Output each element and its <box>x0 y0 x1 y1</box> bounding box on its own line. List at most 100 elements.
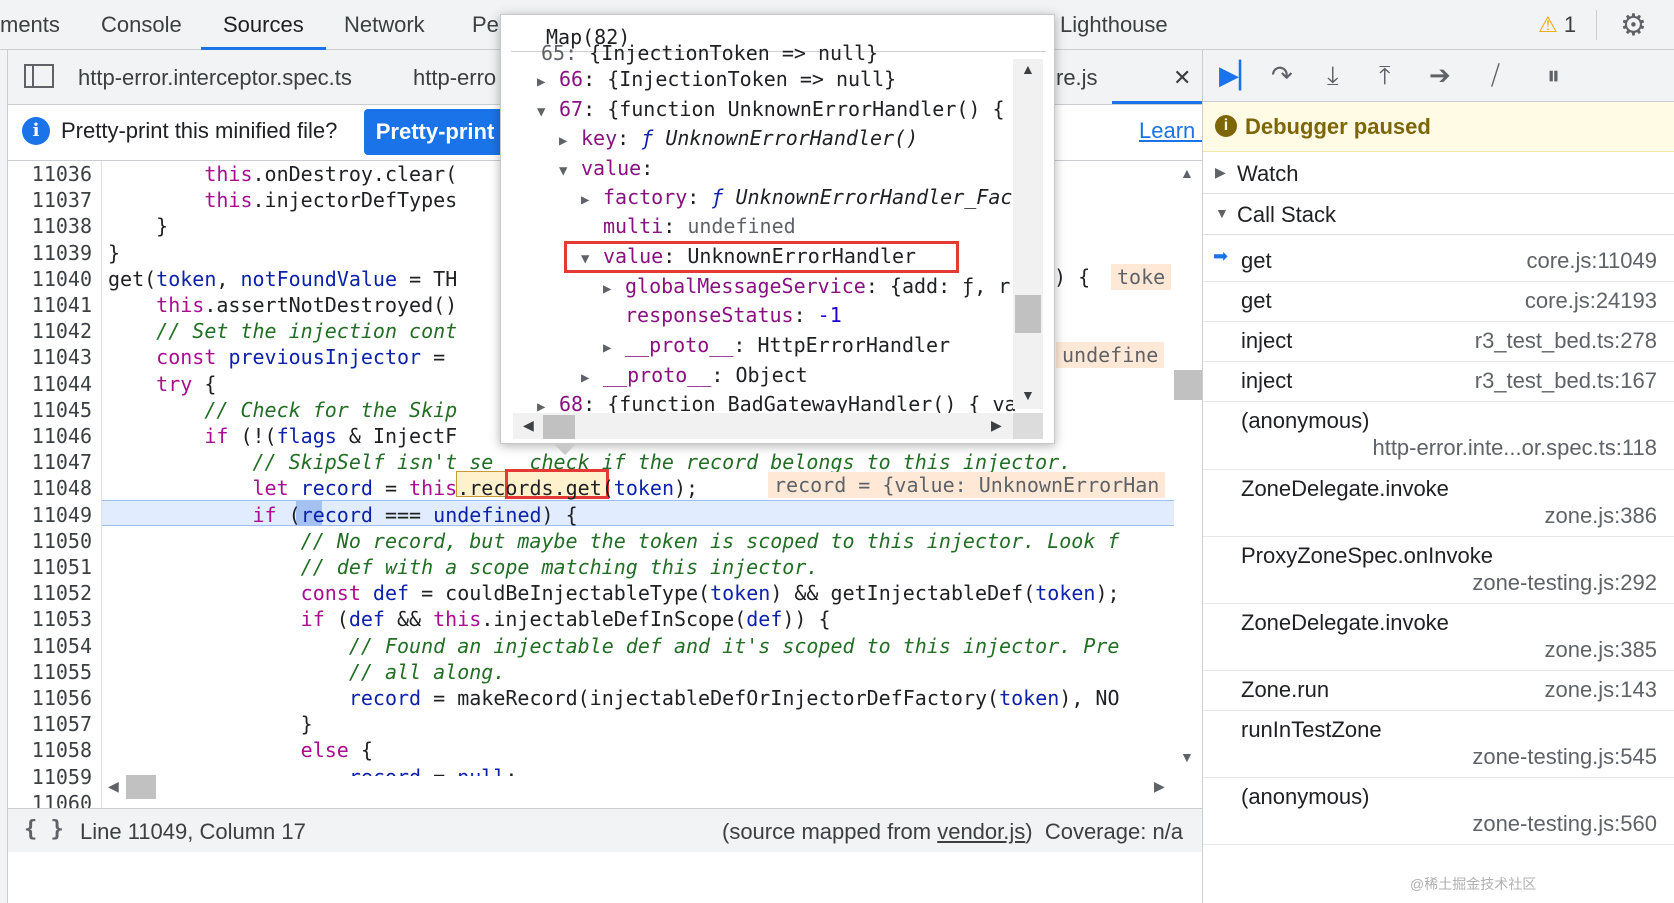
line-number[interactable]: 11043 <box>8 344 92 370</box>
tab-lighthouse[interactable]: Lighthouse <box>1060 0 1168 50</box>
call-stack-frame[interactable]: ZoneDelegate.invoke zone.js:386 <box>1203 470 1674 537</box>
pretty-print-button[interactable]: Pretty-print <box>364 109 506 155</box>
line-number[interactable]: 11045 <box>8 397 92 423</box>
file-tab-core[interactable]: re.js <box>1056 50 1098 105</box>
frame-location[interactable]: core.js:11049 <box>1527 248 1657 274</box>
pause-on-exceptions-icon[interactable]: ⏸ <box>1547 60 1560 92</box>
popover-vertical-scroll-thumb[interactable] <box>1015 295 1041 333</box>
popover-horizontal-scroll-thumb[interactable] <box>543 415 575 439</box>
line-number[interactable]: 11049 <box>8 502 92 528</box>
format-braces-icon[interactable]: { } <box>24 817 64 842</box>
call-stack-section[interactable]: ▼ Call Stack <box>1203 194 1674 235</box>
call-stack-frame[interactable]: get core.js:11049 <box>1203 242 1674 282</box>
tab-console[interactable]: Console <box>101 0 182 50</box>
line-number[interactable]: 11036 <box>8 161 92 187</box>
call-stack-frame[interactable]: (anonymous) http-error.inte...or.spec.ts:… <box>1203 402 1674 470</box>
resume-icon[interactable]: ▶▏ <box>1219 60 1259 91</box>
popover-row-factory[interactable]: ▶ factory: ƒ UnknownErrorHandler_Fac <box>581 183 1012 211</box>
frame-location[interactable]: r3_test_bed.ts:167 <box>1475 368 1657 394</box>
call-stack-frame[interactable]: (anonymous) zone-testing.js:560 <box>1203 778 1674 845</box>
step-over-icon[interactable]: ↷ <box>1271 60 1293 91</box>
source-file-link[interactable]: vendor.js <box>937 819 1025 844</box>
editor-horizontal-scroll-thumb[interactable] <box>126 775 156 799</box>
line-number[interactable]: 11047 <box>8 449 92 475</box>
settings-gear-icon[interactable]: ⚙ <box>1620 8 1647 43</box>
popover-row-global-message-service[interactable]: ▶ globalMessageService: {add: ƒ, r <box>603 272 1010 300</box>
line-number[interactable]: 11055 <box>8 659 92 685</box>
watch-section[interactable]: ▶ Watch <box>1203 153 1674 194</box>
debugger-paused-banner: i Debugger paused <box>1203 102 1674 152</box>
line-number[interactable]: 11058 <box>8 737 92 763</box>
line-number[interactable]: 11041 <box>8 292 92 318</box>
line-number[interactable]: 11056 <box>8 685 92 711</box>
file-tab-spec[interactable]: http-error.interceptor.spec.ts <box>78 50 352 105</box>
frame-location[interactable]: http-error.inte...or.spec.ts:118 <box>1372 435 1657 461</box>
editor-vertical-scroll-thumb[interactable] <box>1174 370 1202 400</box>
line-number[interactable]: 11038 <box>8 213 92 239</box>
popover-scroll-right-icon[interactable]: ▶ <box>991 417 1002 434</box>
line-number[interactable]: 11040 <box>8 266 92 292</box>
call-stack-frame[interactable]: runInTestZone zone-testing.js:545 <box>1203 711 1674 778</box>
frame-location[interactable]: zone-testing.js:545 <box>1472 744 1657 770</box>
step-into-icon[interactable]: ⤓ <box>1327 60 1339 92</box>
call-stack-frame[interactable]: ProxyZoneSpec.onInvoke zone-testing.js:29… <box>1203 537 1674 604</box>
line-number[interactable]: 11057 <box>8 711 92 737</box>
line-number[interactable]: 11051 <box>8 554 92 580</box>
warnings-counter[interactable]: ⚠ 1 <box>1538 12 1576 38</box>
line-number[interactable]: 11037 <box>8 187 92 213</box>
call-stack-frame[interactable]: get core.js:24193 <box>1203 282 1674 322</box>
line-number[interactable]: 11054 <box>8 633 92 659</box>
tab-performance[interactable]: Pe <box>472 0 499 50</box>
scroll-down-arrow-icon[interactable]: ▼ <box>1180 749 1194 765</box>
popover-row-key[interactable]: ▶ key: ƒ UnknownErrorHandler() <box>559 124 918 152</box>
scroll-right-arrow-icon[interactable]: ▶ <box>1154 778 1165 795</box>
line-number[interactable]: 11046 <box>8 423 92 449</box>
call-stack-frame[interactable]: Zone.run zone.js:143 <box>1203 671 1674 711</box>
file-tab-interceptor[interactable]: http-erro <box>413 50 496 105</box>
frame-location[interactable]: zone.js:386 <box>1544 503 1657 529</box>
object-preview-popover[interactable]: Map(82) 65: {InjectionToken => null} ▶ 66… <box>500 14 1055 444</box>
toggle-navigator-icon[interactable] <box>24 64 54 88</box>
scroll-left-arrow-icon[interactable]: ◀ <box>108 778 119 795</box>
call-stack-frame[interactable]: ZoneDelegate.invoke zone.js:385 <box>1203 604 1674 671</box>
line-number[interactable]: 11039 <box>8 240 92 266</box>
editor-vertical-scrollbar[interactable] <box>1174 161 1204 773</box>
close-tab-icon[interactable]: ✕ <box>1173 50 1191 105</box>
tab-elements[interactable]: ments <box>0 0 60 50</box>
popover-row-67[interactable]: ▼ 67: {function UnknownErrorHandler() { <box>537 95 1005 123</box>
scroll-up-arrow-icon[interactable]: ▲ <box>1180 165 1194 181</box>
popover-scroll-left-icon[interactable]: ◀ <box>523 417 534 434</box>
frame-location[interactable]: zone.js:143 <box>1544 677 1657 703</box>
step-out-icon[interactable]: ⤒ <box>1379 60 1391 92</box>
popover-row-proto-inner[interactable]: ▶ __proto__: HttpErrorHandler <box>603 331 950 359</box>
line-number[interactable]: 11048 <box>8 475 92 501</box>
editor-horizontal-scrollbar[interactable] <box>102 776 1162 798</box>
code-line: } <box>108 712 313 737</box>
call-stack-frame[interactable]: inject r3_test_bed.ts:167 <box>1203 362 1674 402</box>
debugger-sidebar: ▶▏ ↷ ⤓ ⤒ ➔ ⧸ ⏸ i Debugger paused ▶ Watch… <box>1202 50 1674 903</box>
line-number[interactable]: 11052 <box>8 580 92 606</box>
popover-scroll-down-icon[interactable]: ▼ <box>1021 387 1035 403</box>
frame-location[interactable]: core.js:24193 <box>1525 288 1657 314</box>
line-number[interactable]: 11059 <box>8 764 92 790</box>
line-number[interactable]: 11053 <box>8 606 92 632</box>
tab-sources[interactable]: Sources <box>201 0 326 50</box>
tab-network[interactable]: Network <box>344 0 425 50</box>
call-stack-frame[interactable]: inject r3_test_bed.ts:278 <box>1203 322 1674 362</box>
frame-location[interactable]: zone.js:385 <box>1544 637 1657 663</box>
frame-location[interactable]: r3_test_bed.ts:278 <box>1475 328 1657 354</box>
popover-scroll-up-icon[interactable]: ▲ <box>1021 61 1035 77</box>
deactivate-breakpoints-icon[interactable]: ⧸ <box>1491 60 1500 92</box>
line-number[interactable]: 11050 <box>8 528 92 554</box>
popover-row-66[interactable]: ▶ 66: {InjectionToken => null} <box>537 65 896 93</box>
popover-horizontal-scrollbar[interactable] <box>513 413 1013 439</box>
popover-vertical-scrollbar[interactable] <box>1013 59 1043 409</box>
frame-location[interactable]: zone-testing.js:292 <box>1472 570 1657 596</box>
line-number[interactable]: 11044 <box>8 371 92 397</box>
step-icon[interactable]: ➔ <box>1429 60 1451 91</box>
frame-location[interactable]: zone-testing.js:560 <box>1472 811 1657 837</box>
warnings-count: 1 <box>1563 12 1577 37</box>
popover-row-value[interactable]: ▼ value: <box>559 154 653 182</box>
line-number[interactable]: 11042 <box>8 318 92 344</box>
popover-row-proto-outer[interactable]: ▶ __proto__: Object <box>581 361 808 389</box>
